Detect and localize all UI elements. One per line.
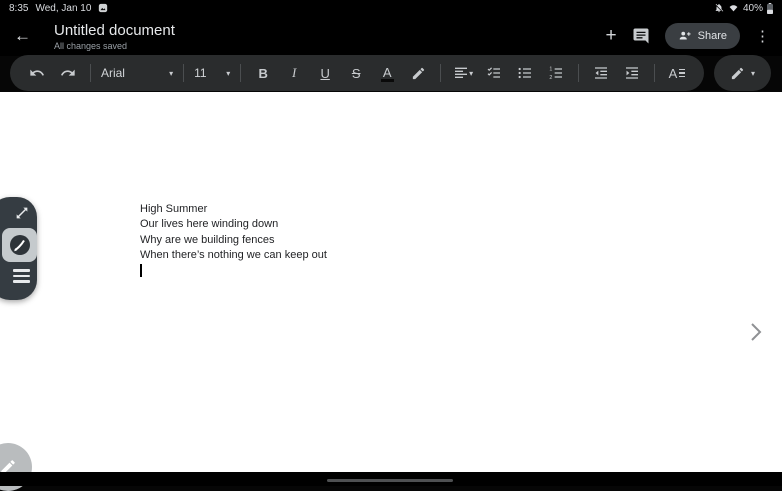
comments-icon[interactable]	[632, 27, 650, 45]
next-page-chevron-icon[interactable]	[748, 322, 764, 342]
strikethrough-button[interactable]: S	[344, 61, 368, 85]
text-color-button[interactable]: A	[375, 61, 399, 85]
spen-tool-selected[interactable]	[2, 228, 37, 262]
font-size-value: 11	[194, 66, 206, 80]
chevron-down-icon: ▾	[169, 69, 173, 78]
undo-button[interactable]	[25, 61, 49, 85]
share-button[interactable]: Share	[665, 23, 740, 49]
divider	[578, 64, 579, 82]
pencil-icon	[730, 66, 745, 81]
chevron-down-icon: ▾	[469, 69, 473, 78]
divider	[90, 64, 91, 82]
person-add-icon	[678, 29, 692, 43]
status-date: Wed, Jan 10	[35, 3, 91, 14]
title-block[interactable]: Untitled document All changes saved	[54, 22, 175, 51]
chevron-down-icon: ▾	[751, 69, 755, 78]
format-toolbar: Arial ▾ 11 ▾ B I U S A ▾ 12 A	[10, 55, 704, 91]
bulleted-list-button[interactable]	[513, 61, 537, 85]
text-line[interactable]: Why are we building fences	[140, 234, 275, 246]
text-cursor	[140, 264, 142, 277]
highlight-pen-button[interactable]	[406, 61, 430, 85]
menu-icon[interactable]	[13, 269, 30, 283]
edit-mode-button[interactable]: ▾	[714, 55, 771, 91]
document-canvas[interactable]: High Summer Our lives here winding down Wh…	[0, 92, 782, 472]
text-line[interactable]: When there’s nothing we can keep out	[140, 249, 327, 261]
font-size-select[interactable]: 11 ▾	[194, 66, 230, 80]
page-title[interactable]: Untitled document	[54, 22, 175, 39]
font-family-value: Arial	[101, 66, 125, 80]
wifi-icon	[728, 3, 739, 13]
svg-text:2: 2	[549, 75, 552, 81]
bold-button[interactable]: B	[251, 61, 275, 85]
text-style-lines-icon	[679, 69, 685, 78]
back-button[interactable]: ←	[14, 26, 31, 46]
font-family-select[interactable]: Arial ▾	[101, 66, 173, 80]
expand-icon[interactable]	[14, 205, 30, 221]
status-time: 8:35	[9, 3, 28, 14]
text-line[interactable]: Our lives here winding down	[140, 218, 278, 230]
divider	[183, 64, 184, 82]
indent-button[interactable]	[620, 61, 644, 85]
save-status: All changes saved	[54, 41, 175, 51]
status-bar: 8:35 Wed, Jan 10 40%	[0, 0, 782, 16]
italic-button[interactable]: I	[282, 61, 306, 85]
text-color-bar	[381, 79, 394, 82]
divider	[240, 64, 241, 82]
mute-icon	[714, 3, 724, 13]
chevron-down-icon: ▾	[226, 69, 230, 78]
battery-percent: 40%	[743, 3, 763, 14]
outdent-button[interactable]	[589, 61, 613, 85]
redo-button[interactable]	[56, 61, 80, 85]
battery-icon	[767, 3, 773, 14]
notification-photos-icon	[98, 3, 108, 13]
numbered-list-button[interactable]: 12	[544, 61, 568, 85]
divider	[440, 64, 441, 82]
align-button[interactable]: ▾	[451, 61, 475, 85]
text-style-button[interactable]: A	[665, 61, 689, 85]
add-button[interactable]: +	[606, 25, 617, 47]
divider	[654, 64, 655, 82]
underline-button[interactable]: U	[313, 61, 337, 85]
checklist-button[interactable]	[482, 61, 506, 85]
share-label: Share	[698, 30, 727, 42]
home-indicator[interactable]	[327, 479, 453, 482]
app-header: ← Untitled document All changes saved + …	[0, 16, 782, 56]
svg-text:1: 1	[549, 67, 552, 73]
document-text[interactable]: High Summer Our lives here winding down Wh…	[140, 202, 327, 264]
spen-floating-toolbar[interactable]	[0, 197, 37, 300]
text-line[interactable]: High Summer	[140, 203, 207, 215]
spen-icon	[8, 233, 32, 257]
overflow-menu-icon[interactable]: ⋮	[755, 27, 770, 45]
bottom-nav-bar	[0, 472, 782, 486]
